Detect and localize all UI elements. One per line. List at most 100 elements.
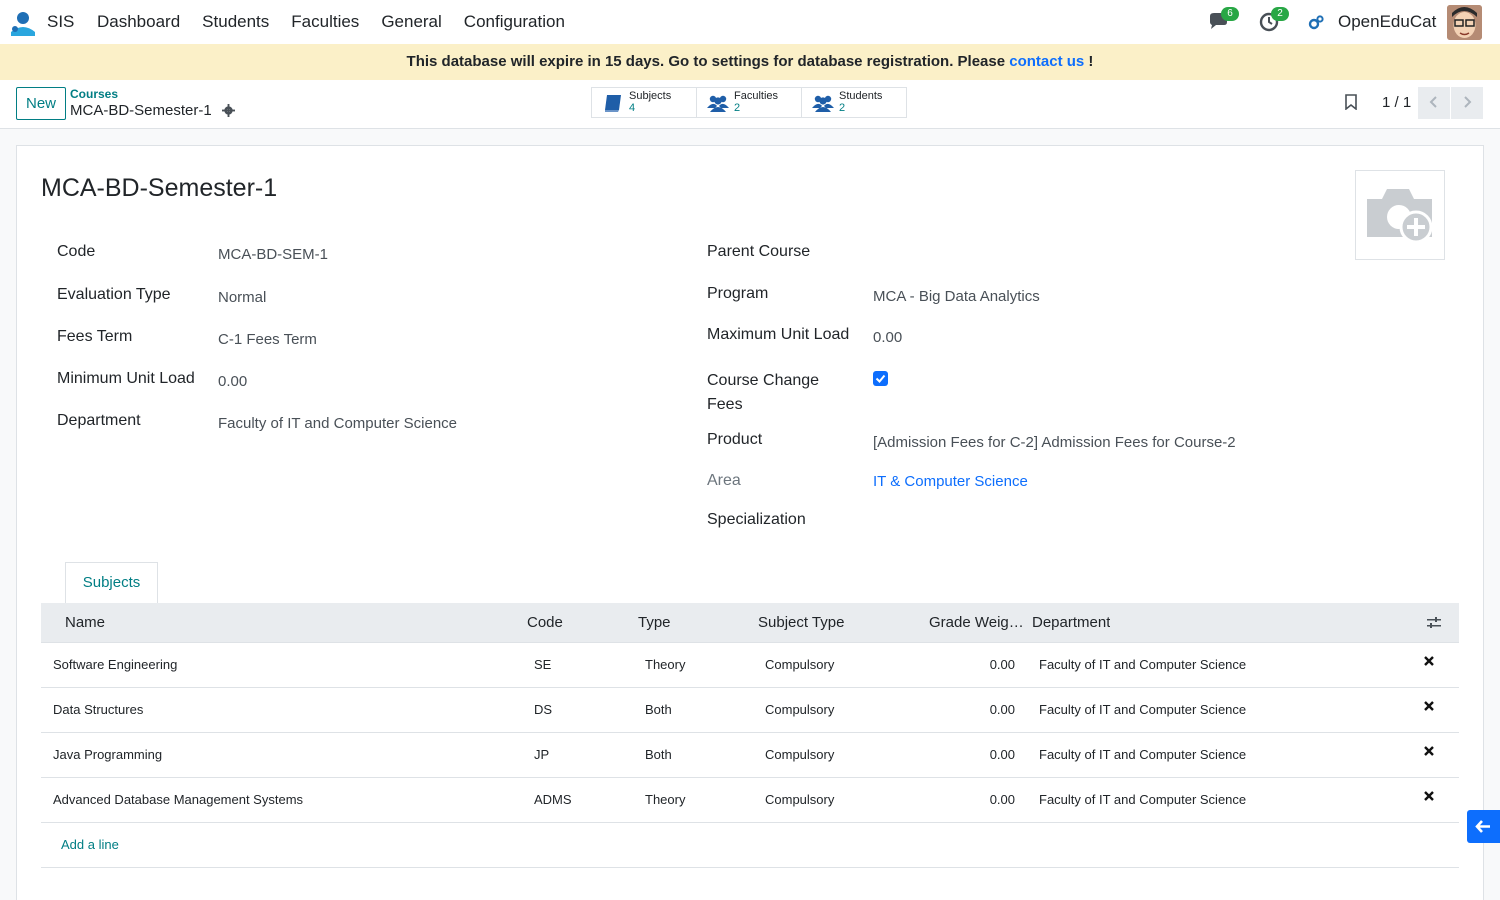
messages-button[interactable]: 6 — [1208, 7, 1239, 34]
cell-subject-type: Compulsory — [765, 792, 835, 807]
column-header-subject-type[interactable]: Subject Type — [758, 603, 844, 643]
control-panel: New Courses MCA-BD-Semester-1 Subjects 4… — [0, 80, 1500, 129]
app-logo-icon[interactable] — [9, 10, 37, 36]
delete-row-icon[interactable] — [1423, 700, 1435, 712]
product-label: Product — [707, 431, 763, 448]
department-field[interactable]: Faculty of IT and Computer Science — [218, 415, 457, 432]
chevron-right-icon — [1464, 95, 1472, 108]
area-field[interactable]: IT & Computer Science — [873, 473, 1028, 490]
messages-count-badge: 6 — [1221, 7, 1239, 21]
camera-add-icon — [1367, 189, 1433, 244]
delete-row-icon[interactable] — [1423, 655, 1435, 667]
maximum-unit-load-label: Maximum Unit Load — [707, 326, 850, 343]
delete-row-icon[interactable] — [1423, 745, 1435, 757]
cell-type: Theory — [645, 657, 686, 672]
cell-grade-weightage: 0.00 — [989, 657, 1015, 672]
subjects-label: Subjects — [629, 90, 672, 102]
cell-code: DS — [534, 702, 553, 717]
cell-type: Both — [645, 747, 672, 762]
students-smart-button[interactable]: Students 2 — [801, 87, 907, 118]
cell-grade-weightage: 0.00 — [989, 747, 1015, 762]
menu-item-faculties[interactable]: Faculties — [280, 0, 370, 44]
breadcrumb-courses-link[interactable]: Courses — [70, 87, 118, 101]
course-change-fees-checkbox[interactable] — [873, 371, 888, 386]
breadcrumb-current-record: MCA-BD-Semester-1 — [70, 102, 212, 119]
maximum-unit-load-field[interactable]: 0.00 — [873, 329, 902, 346]
faculties-smart-button[interactable]: Faculties 2 — [696, 87, 802, 118]
banner-suffix: ! — [1084, 53, 1094, 70]
arrow-left-icon — [1475, 820, 1490, 833]
fees-term-label: Fees Term — [57, 328, 133, 345]
user-avatar[interactable] — [1447, 5, 1482, 40]
cell-grade-weightage: 0.00 — [989, 792, 1015, 807]
cell-subject-type: Compulsory — [765, 702, 835, 717]
delete-row-icon[interactable] — [1423, 790, 1435, 802]
program-label: Program — [707, 285, 769, 302]
bookmark-icon[interactable] — [1344, 94, 1358, 110]
tab-subjects[interactable]: Subjects — [65, 562, 158, 604]
contact-us-link[interactable]: contact us — [1009, 53, 1084, 70]
cell-department: Faculty of IT and Computer Science — [1039, 702, 1247, 717]
cell-grade-weightage: 0.00 — [989, 702, 1015, 717]
menu-item-general[interactable]: General — [370, 0, 452, 44]
program-field[interactable]: MCA - Big Data Analytics — [873, 288, 1040, 305]
book-icon — [605, 95, 621, 112]
code-field[interactable]: MCA-BD-SEM-1 — [218, 246, 328, 263]
column-header-code[interactable]: Code — [527, 603, 563, 643]
cell-code: JP — [534, 747, 550, 762]
cell-name: Advanced Database Management Systems — [53, 792, 304, 807]
table-row[interactable]: Java Programming JP Both Compulsory 0.00… — [41, 733, 1459, 778]
gear-icon[interactable] — [222, 104, 235, 117]
column-header-department[interactable]: Department — [1032, 603, 1110, 643]
table-row[interactable]: Software Engineering SE Theory Compulsor… — [41, 643, 1459, 688]
menu-item-configuration[interactable]: Configuration — [453, 0, 576, 44]
users-icon — [812, 95, 834, 112]
cell-department: Faculty of IT and Computer Science — [1039, 792, 1247, 807]
cell-name: Java Programming — [53, 747, 163, 762]
minimum-unit-load-field[interactable]: 0.00 — [218, 373, 247, 390]
new-button[interactable]: New — [16, 87, 66, 120]
evaluation-type-field[interactable]: Normal — [218, 289, 266, 306]
fees-term-field[interactable]: C-1 Fees Term — [218, 331, 317, 348]
avatar-face-icon — [1447, 5, 1482, 40]
add-line-row: Add a line — [41, 823, 1459, 868]
smart-buttons: Subjects 4 Faculties 2 Students 2 — [591, 87, 907, 118]
table-row[interactable]: Advanced Database Management Systems ADM… — [41, 778, 1459, 823]
cell-type: Both — [645, 702, 672, 717]
column-header-grade-weightage[interactable]: Grade Weig… — [929, 603, 1024, 643]
checkmark-icon — [875, 374, 886, 383]
subjects-smart-button[interactable]: Subjects 4 — [591, 87, 697, 118]
column-header-type[interactable]: Type — [638, 603, 671, 643]
product-field[interactable]: [Admission Fees for C-2] Admission Fees … — [873, 434, 1236, 451]
cell-subject-type: Compulsory — [765, 747, 835, 762]
pager-value[interactable]: 1 / 1 — [1382, 94, 1411, 111]
course-image-upload[interactable] — [1355, 170, 1445, 260]
cell-code: ADMS — [534, 792, 572, 807]
area-label: Area — [707, 472, 741, 489]
chevron-left-icon — [1429, 95, 1437, 108]
database-expiry-banner: This database will expire in 15 days. Go… — [0, 44, 1500, 80]
table-row[interactable]: Data Structures DS Both Compulsory 0.00 … — [41, 688, 1459, 733]
cell-name: Data Structures — [53, 702, 144, 717]
add-a-line-link[interactable]: Add a line — [61, 837, 119, 852]
record-title[interactable]: MCA-BD-Semester-1 — [41, 174, 277, 203]
chatter-toggle-button[interactable] — [1467, 810, 1500, 843]
company-name[interactable]: OpenEduCat — [1338, 12, 1436, 32]
cell-department: Faculty of IT and Computer Science — [1039, 657, 1247, 672]
menu-item-students[interactable]: Students — [191, 0, 280, 44]
app-name[interactable]: SIS — [47, 12, 74, 32]
column-header-name[interactable]: Name — [65, 603, 105, 643]
minimum-unit-load-label: Minimum Unit Load — [57, 370, 195, 387]
pager-previous-button[interactable] — [1418, 87, 1450, 119]
activities-button[interactable]: 2 — [1258, 7, 1289, 34]
top-navbar: SIS Dashboard Students Faculties General… — [0, 0, 1500, 44]
switch-company-icon[interactable] — [1308, 14, 1325, 31]
code-label: Code — [57, 243, 96, 260]
table-header: Name Code Type Subject Type Grade Weig… … — [41, 603, 1459, 643]
menu-item-dashboard[interactable]: Dashboard — [86, 0, 191, 44]
faculties-label: Faculties — [734, 90, 779, 102]
faculties-count: 2 — [734, 102, 741, 114]
department-label: Department — [57, 412, 141, 429]
optional-columns-icon[interactable] — [1426, 615, 1442, 631]
pager-next-button[interactable] — [1451, 87, 1483, 119]
